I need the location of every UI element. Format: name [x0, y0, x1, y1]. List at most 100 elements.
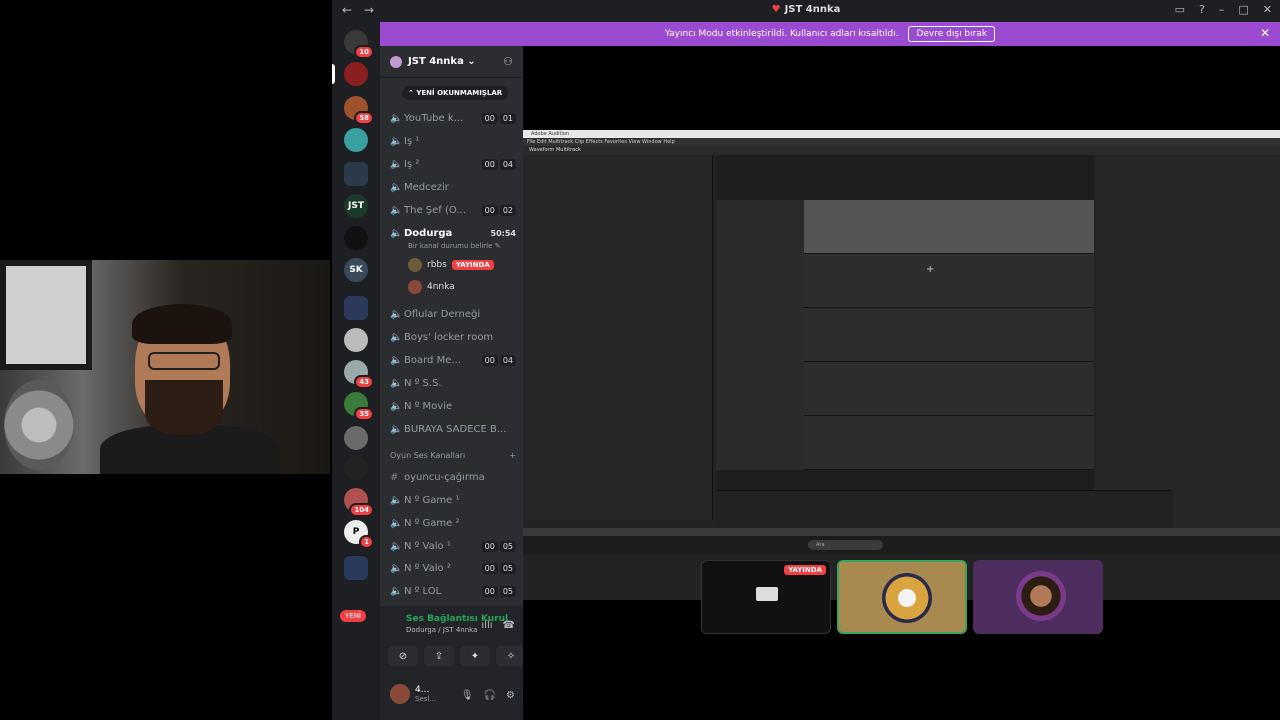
- activities-button[interactable]: ✦: [460, 646, 490, 666]
- audition-tools: Waveform Multitrack: [523, 146, 1280, 155]
- channel-ss[interactable]: 🔈 N º S.S.: [390, 373, 516, 393]
- channel-status-prompt[interactable]: Bir kanal durumu belirle ✎: [408, 242, 501, 250]
- speaker-icon: 🔈: [390, 354, 403, 366]
- cat-server-icon[interactable]: [344, 328, 368, 352]
- chevron-down-icon: ⌄: [463, 56, 476, 67]
- audition-menu: File Edit Multitrack Clip Effects Favori…: [523, 138, 1280, 146]
- server-icon-10[interactable]: [344, 456, 368, 480]
- speaker-icon: 🔈: [390, 494, 403, 506]
- minimize-icon[interactable]: –: [1219, 3, 1225, 16]
- microphone-icon[interactable]: 🎙: [461, 690, 474, 701]
- files-panel: [523, 155, 713, 265]
- channel-buraya[interactable]: 🔈 BURAYA SADECE B...: [390, 419, 516, 439]
- folder-icon-2[interactable]: [344, 296, 368, 320]
- channel-lol[interactable]: 🔈 N º LOL 00 05: [390, 581, 516, 601]
- effects-button[interactable]: ✧: [496, 646, 526, 666]
- server-icon-12[interactable]: P1: [344, 520, 374, 549]
- channel-is-2[interactable]: 🔈 İş ² 00 04: [390, 154, 516, 174]
- channel-list: JST 4nnka ⌄ ⚇ ⌃ YENİ OKUNMAMIŞLAR 🔈 YouTu…: [380, 46, 523, 606]
- disconnect-icon[interactable]: ☎: [503, 620, 515, 631]
- voice-member-rbbs[interactable]: rbbs YAYINDA: [408, 258, 494, 272]
- server-icon-7[interactable]: 43: [344, 360, 374, 389]
- participant-tile-3[interactable]: [973, 560, 1103, 634]
- selected-pill: [332, 64, 335, 84]
- multitrack-editor: [716, 155, 1094, 490]
- channel-oyuncu-cagirma[interactable]: # oyuncu-çağırma: [390, 467, 516, 487]
- windows-taskbar: Ara: [523, 536, 1280, 554]
- wings-server-icon[interactable]: [344, 226, 368, 250]
- help-icon[interactable]: ?: [1199, 3, 1205, 16]
- channel-game-1[interactable]: 🔈 N º Game ¹: [390, 490, 516, 510]
- close-window-icon[interactable]: ✕: [1263, 3, 1272, 16]
- streamer-beard: [145, 380, 223, 435]
- server-icon-4[interactable]: [344, 128, 368, 152]
- server-icon-11[interactable]: 104: [344, 488, 374, 517]
- streamer-mode-banner: Yayıncı Modu etkinleştirildi. Kullanıcı …: [380, 22, 1280, 46]
- guild-header[interactable]: JST 4nnka ⌄ ⚇: [380, 46, 523, 78]
- speaker-icon: 🔈: [390, 517, 403, 529]
- shared-screen-audition[interactable]: Adobe Audition File Edit Multitrack Clip…: [523, 130, 1280, 600]
- folder-icon[interactable]: [344, 162, 368, 186]
- user-area[interactable]: 4... Sesl...: [390, 684, 436, 704]
- server-icon-2[interactable]: [344, 62, 368, 86]
- channel-oflular[interactable]: 🔈 Oflular Derneği: [390, 304, 516, 324]
- voice-panel: Ses Bağlantısı Kurul Dodurga / JST 4nnka …: [380, 606, 526, 720]
- channel-is-1[interactable]: 🔈 İş ¹: [390, 131, 516, 151]
- channel-valo-1[interactable]: 🔈 N º Valo ¹ 00 05: [390, 536, 516, 556]
- new-pill[interactable]: YENİ: [340, 610, 366, 622]
- pencil-icon: ✎: [494, 242, 501, 250]
- server-rail: 10 58 JST SK 43 35 104 P1 YENİ: [332, 22, 380, 720]
- close-banner-icon[interactable]: ✕: [1260, 26, 1270, 40]
- server-icon: ♥: [771, 4, 781, 15]
- channel-game-2[interactable]: 🔈 N º Game ²: [390, 513, 516, 533]
- add-channel-icon[interactable]: +: [509, 451, 516, 460]
- channel-dodurga[interactable]: 🔈 Dodurga 50:54: [390, 223, 516, 243]
- participant-tile-2[interactable]: [837, 560, 967, 634]
- user-controls: 🎙 🎧 ⚙: [461, 690, 515, 701]
- window-title: ♥ JST 4nnka: [771, 4, 841, 15]
- avatar: [408, 280, 422, 294]
- server-icon-1[interactable]: 10: [344, 30, 374, 59]
- channel-boys-locker[interactable]: 🔈 Boys' locker room: [390, 327, 516, 347]
- server-icon-8[interactable]: 35: [344, 392, 374, 421]
- desk-fan: [4, 380, 74, 470]
- monitor-icon: [756, 587, 778, 601]
- channel-medcezir[interactable]: 🔈 Medcezir: [390, 177, 516, 197]
- settings-gear-icon[interactable]: ⚙: [506, 690, 515, 701]
- channel-board-me[interactable]: 🔈 Board Me... 00 04: [390, 350, 516, 370]
- channel-the-sef[interactable]: 🔈 The Şef (Ö... 00 02: [390, 200, 516, 220]
- speaker-icon: 🔈: [390, 540, 403, 552]
- channel-valo-2[interactable]: 🔈 N º Valo ² 00 05: [390, 558, 516, 578]
- folder-icon-3[interactable]: [344, 556, 368, 580]
- speaker-icon: 🔈: [390, 562, 403, 574]
- speaker-icon: 🔈: [390, 227, 403, 239]
- voice-action-buttons: ⊘ ⇪ ✦ ✧: [388, 646, 526, 666]
- server-icon-3[interactable]: 58: [344, 96, 374, 125]
- speaker-icon: 🔈: [390, 112, 403, 124]
- taskbar-search: Ara: [808, 540, 883, 550]
- server-icon-9[interactable]: [344, 426, 368, 450]
- jst-server-icon[interactable]: JST: [344, 194, 368, 218]
- voice-member-4nnka[interactable]: 4nnka: [408, 280, 455, 294]
- participant-tiles: YAYINDA: [701, 560, 1103, 634]
- sk-server-icon[interactable]: SK: [344, 258, 368, 282]
- channel-movie[interactable]: 🔈 N º Movie: [390, 396, 516, 416]
- speaker-icon: 🔈: [390, 308, 403, 320]
- screen-share-button[interactable]: ⇪: [424, 646, 454, 666]
- maximize-icon[interactable]: □: [1238, 3, 1248, 16]
- channel-youtube[interactable]: 🔈 YouTube k... 00 01: [390, 108, 516, 128]
- track-lane-4: [804, 362, 1094, 416]
- soundboard-icon[interactable]: ıllı: [481, 620, 492, 631]
- disable-button[interactable]: Devre dışı bırak: [908, 26, 996, 42]
- category-oyun-ses[interactable]: Oyun Ses Kanalları +: [390, 451, 516, 460]
- live-badge: YAYINDA: [784, 565, 826, 575]
- voice-icons: ıllı ☎: [481, 620, 515, 631]
- camera-off-button[interactable]: ⊘: [388, 646, 418, 666]
- stream-tile[interactable]: YAYINDA: [701, 560, 831, 634]
- guild-icon: [390, 55, 402, 68]
- banner-text: Yayıncı Modu etkinleştirildi. Kullanıcı …: [664, 29, 899, 39]
- inbox-icon[interactable]: ▭: [1175, 3, 1185, 16]
- unread-pill[interactable]: ⌃ YENİ OKUNMAMIŞLAR: [402, 86, 509, 100]
- add-member-icon[interactable]: ⚇: [503, 55, 513, 68]
- headphones-icon[interactable]: 🎧: [484, 690, 496, 701]
